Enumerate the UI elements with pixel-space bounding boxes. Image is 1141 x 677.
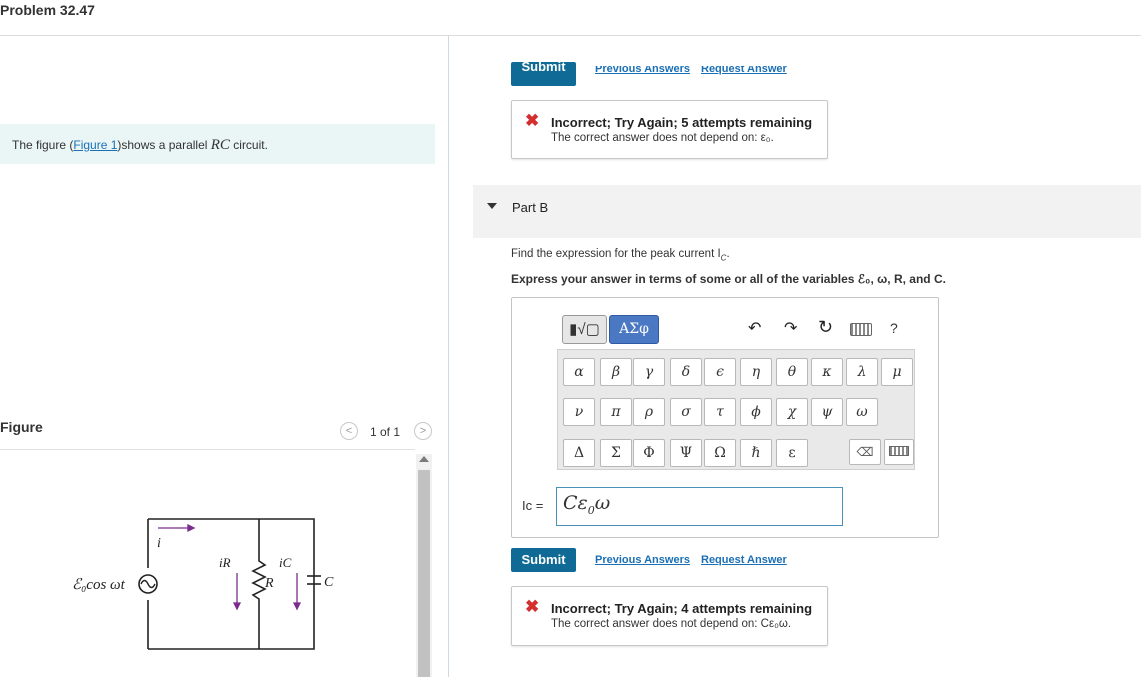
key-delta[interactable]: δ — [670, 358, 702, 386]
figure-divider — [0, 449, 415, 450]
key-chi[interactable]: χ — [776, 398, 808, 426]
part-b-header[interactable] — [473, 185, 1141, 238]
key-mu[interactable]: μ — [881, 358, 913, 386]
key-capital-psi[interactable]: Ψ — [670, 439, 702, 467]
feedback-detail: The correct answer does not depend on: ε… — [551, 132, 774, 144]
key-script-epsilon[interactable]: ε — [776, 439, 808, 467]
feedback-incorrect-1: ✖ Incorrect; Try Again; 5 attempts remai… — [511, 100, 828, 159]
key-eta[interactable]: η — [740, 358, 772, 386]
key-omega[interactable]: ω — [846, 398, 878, 426]
next-figure-button[interactable]: > — [414, 422, 432, 440]
help-icon[interactable]: ? — [890, 320, 898, 336]
previous-answers-link[interactable]: Previous Answers — [595, 554, 690, 566]
i-label: i — [157, 536, 161, 551]
reset-icon[interactable]: ↻ — [818, 317, 833, 338]
part-b-label: Part B — [512, 200, 549, 215]
error-x-icon: ✖ — [525, 597, 540, 616]
figure-link[interactable]: Figure 1 — [73, 138, 117, 152]
feedback-detail: The correct answer does not depend on: C… — [551, 618, 792, 630]
feedback-incorrect-2: ✖ Incorrect; Try Again; 4 attempts remai… — [511, 586, 828, 646]
key-alpha[interactable]: α — [563, 358, 595, 386]
key-nu[interactable]: ν — [563, 398, 595, 426]
scroll-up-icon[interactable] — [419, 456, 429, 462]
answer-value: Cε — [563, 492, 588, 514]
submit-button-top[interactable]: Submit — [511, 62, 576, 86]
key-pi[interactable]: π — [600, 398, 632, 426]
question-body: Find the expression for the peak current… — [511, 248, 721, 260]
intro-text: The figure (Figure 1)shows a parallel RC… — [0, 124, 435, 164]
pane-divider — [448, 36, 449, 677]
key-phi[interactable]: ϕ — [740, 398, 772, 426]
key-theta[interactable]: θ — [776, 358, 808, 386]
key-epsilon[interactable]: ϵ — [704, 358, 736, 386]
intro-pre: The figure ( — [12, 138, 74, 152]
key-capital-phi[interactable]: Φ — [633, 439, 665, 467]
key-capital-omega[interactable]: Ω — [704, 439, 736, 467]
key-hbar[interactable]: ℏ — [740, 439, 772, 467]
key-kappa[interactable]: κ — [811, 358, 843, 386]
scroll-thumb[interactable] — [418, 470, 430, 677]
ir-label: iR — [219, 555, 231, 570]
keyboard-icon[interactable] — [850, 323, 872, 336]
feedback-heading: Incorrect; Try Again; 5 attempts remaini… — [551, 115, 813, 130]
feedback-heading: Incorrect; Try Again; 4 attempts remaini… — [551, 601, 813, 616]
source-label: ℰ₀cos ωt — [72, 577, 126, 593]
c-label: C — [324, 575, 334, 590]
key-beta[interactable]: β — [600, 358, 632, 386]
key-capital-delta[interactable]: Δ — [563, 439, 595, 467]
figure-heading: Figure — [0, 419, 43, 435]
answer-tail: ω — [594, 492, 611, 514]
key-tau[interactable]: τ — [704, 398, 736, 426]
header-divider — [0, 35, 1141, 36]
circuit-diagram: ℰ₀cos ωt i iR iC R C — [72, 518, 334, 650]
figure-pager: 1 of 1 — [370, 425, 401, 439]
key-psi[interactable]: ψ — [811, 398, 843, 426]
key-gamma[interactable]: γ — [633, 358, 665, 386]
intro-post: )shows a parallel — [117, 138, 211, 152]
submit-button[interactable]: Submit — [511, 548, 576, 572]
previous-answers-link-top[interactable]: Previous Answers — [595, 66, 690, 78]
redo-icon[interactable]: ↷ — [784, 318, 797, 338]
question-sub: C — [720, 253, 727, 263]
error-x-icon: ✖ — [525, 111, 540, 130]
ic-label: iC — [279, 555, 292, 570]
undo-icon[interactable]: ↶ — [748, 318, 761, 338]
request-answer-link-top[interactable]: Request Answer — [701, 66, 787, 78]
r-label: R — [264, 576, 274, 591]
delete-key-icon[interactable]: ⌫ — [849, 439, 881, 465]
intro-var: RC — [210, 137, 230, 153]
question-text: Find the expression for the peak current… — [511, 248, 730, 263]
key-sigma[interactable]: σ — [670, 398, 702, 426]
key-capital-sigma[interactable]: Σ — [600, 439, 632, 467]
templates-button[interactable]: ▮√▢ — [562, 315, 607, 344]
prev-figure-button[interactable]: < — [340, 422, 358, 440]
answer-sub: 0 — [587, 503, 595, 517]
answer-input[interactable]: Cε0ω — [556, 487, 843, 526]
problem-title: Problem 32.47 — [0, 2, 95, 18]
instruction-text: Express your answer in terms of some or … — [511, 272, 946, 286]
keyboard-toggle-icon[interactable] — [884, 439, 914, 465]
request-answer-link[interactable]: Request Answer — [701, 554, 787, 566]
key-lambda[interactable]: λ — [846, 358, 878, 386]
greek-symbols-button[interactable]: ΑΣφ — [609, 315, 659, 344]
intro-tail: circuit. — [229, 138, 268, 152]
answer-label: Ic = — [522, 498, 544, 513]
key-rho[interactable]: ρ — [633, 398, 665, 426]
collapse-arrow-icon[interactable] — [487, 203, 497, 209]
